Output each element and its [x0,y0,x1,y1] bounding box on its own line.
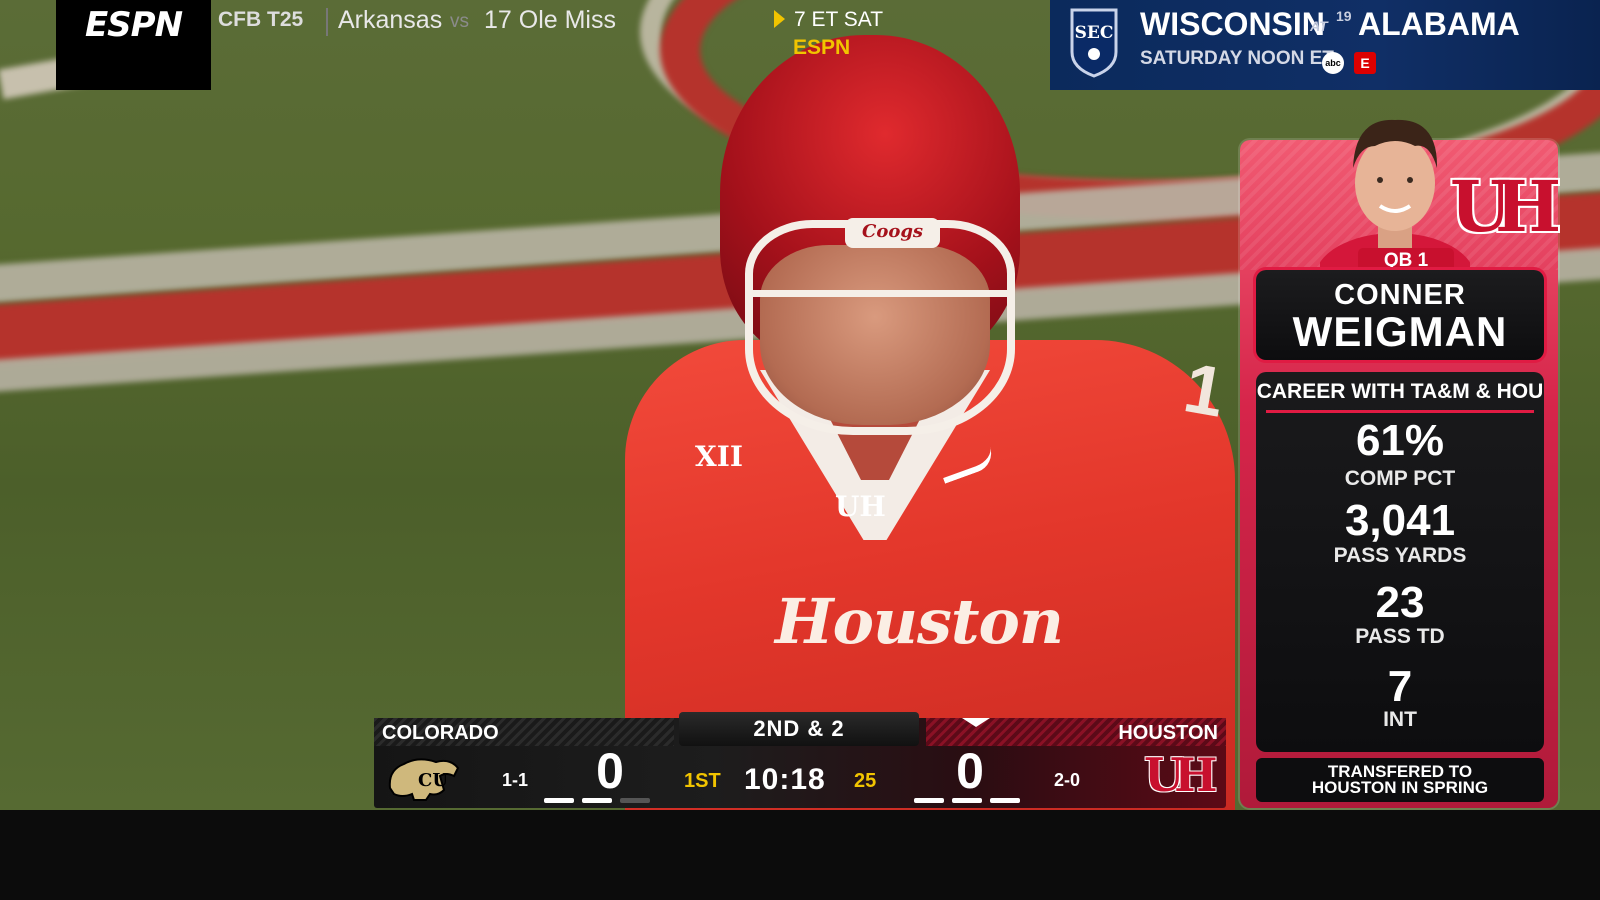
ticker-team-1: Arkansas [338,6,443,34]
play-icon [774,10,785,28]
promo-away-team: WISCONSIN [1140,6,1325,42]
conference-patch: XII [695,440,743,473]
away-team-name: COLORADO [382,722,499,744]
stats-title: CAREER WITH TA&M & HOU [1256,380,1544,403]
ticker-team-2: 17 Ole Miss [484,6,616,34]
sec-logo-icon: SEC [1070,8,1118,78]
facemask-bar [750,290,1010,297]
game-clock: 10:18 [744,763,826,796]
scoreboard: COLORADO HOUSTON 2ND & 2 CU 1-1 0 1ST 10… [374,712,1226,808]
player-name-box: CONNER WEIGMAN [1256,270,1544,360]
promo-home-rank: 19 [1336,8,1352,24]
home-team-record: 2-0 [1054,770,1081,790]
houston-logo-icon: UH [1144,748,1218,802]
stats-box: CAREER WITH TA&M & HOU 61% COMP PCT 3,04… [1256,372,1544,752]
ticker-divider [326,8,328,36]
timeout-indicator [544,798,574,803]
home-team-score: 0 [956,743,984,799]
quarter: 1ST [684,770,721,792]
timeout-indicator [914,798,944,803]
card-footer-note: TRANSFERED TO HOUSTON IN SPRING [1256,758,1544,802]
promo-at: AT [1310,18,1328,34]
timeout-indicator [990,798,1020,803]
helmet-bumper-text: Coogs [862,221,924,242]
ticker-game-time: 7 ET SAT [794,8,884,31]
stat-label: COMP PCT [1344,467,1456,490]
away-team-score: 0 [596,743,624,799]
promo-time: SATURDAY NOON ET [1140,48,1334,69]
card-footer-line: TRANSFERED TO [1327,762,1473,781]
stat-value: 61% [1355,416,1445,465]
card-footer-line: HOUSTON IN SPRING [1311,778,1489,797]
espn-e-logo-icon: E [1354,52,1376,74]
promo-home-team: ALABAMA [1358,6,1520,42]
espn-logo-icon: ESPN [56,0,211,90]
timeout-indicator [620,798,650,803]
abc-logo-icon: abc [1322,52,1344,74]
jersey-chest-logo: UH [835,490,886,523]
stat-value: 7 [1387,662,1413,711]
bottom-ticker [0,810,1600,900]
stats-divider [1266,410,1534,413]
stat-label: PASS YARDS [1333,544,1467,567]
svg-text:CU: CU [418,770,448,791]
player-last-name: WEIGMAN [1292,308,1508,355]
away-team-record: 1-1 [502,770,529,790]
facemask [745,220,1015,435]
down-and-distance: 2ND & 2 [679,712,919,746]
possession-indicator-icon [962,718,990,727]
jersey-wordmark: Houston [775,585,1064,658]
stat-value: 3,041 [1344,496,1456,545]
home-team-name: HOUSTON [1118,722,1218,744]
timeout-indicator [582,798,612,803]
stat-value: 23 [1375,578,1425,627]
stat-label: PASS TD [1355,625,1445,648]
timeout-indicator [952,798,982,803]
play-clock: 25 [854,770,877,792]
ticker-category: CFB T25 [218,8,304,31]
sec-logo-text: SEC [1075,23,1114,43]
ticker-network: ESPN [793,36,851,59]
jersey-number: 1 [1178,348,1231,432]
houston-logo-icon: UH [1450,165,1561,248]
colorado-logo-icon: CU [388,758,460,801]
stat-label: INT [1383,708,1417,731]
ticker-vs: vs [450,11,469,32]
